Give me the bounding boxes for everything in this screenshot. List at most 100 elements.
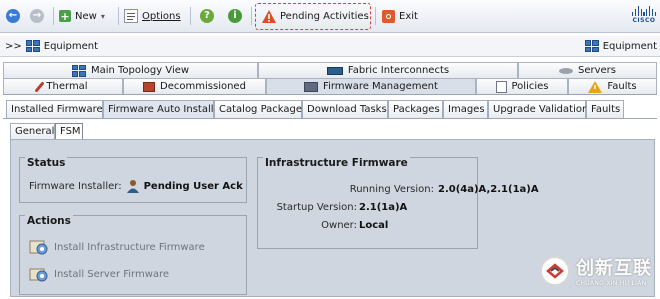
tab-label: Thermal (46, 81, 88, 92)
running-version-label: Running Version: (349, 184, 434, 195)
firmware-icon (304, 81, 319, 92)
subtab-label: Images (448, 104, 485, 115)
back-arrow-icon: ← (6, 9, 20, 23)
startup-version-label: Startup Version: (276, 202, 357, 213)
subtab-label: Upgrade Validation (493, 104, 589, 115)
tab-fabric-interconnects[interactable]: Fabric Interconnects (258, 62, 518, 78)
toolbar-divider (375, 7, 376, 25)
new-button-label: New (75, 10, 97, 22)
tab-label: Firmware Management (323, 81, 438, 92)
user-icon (126, 180, 139, 193)
server-icon (558, 67, 573, 74)
watermark-text: 创新互联 CHUANG XIN HU LIAN (576, 254, 652, 287)
breadcrumb: >> Equipment Equipment (0, 36, 660, 57)
tab-divider (3, 94, 657, 95)
chevron-down-icon: ▾ (100, 11, 105, 21)
tab-policies[interactable]: Policies (476, 78, 568, 94)
subtab-catalog-package[interactable]: Catalog Package (214, 100, 302, 118)
exit-button[interactable]: Exit (382, 7, 418, 25)
breadcrumb-item-equipment[interactable]: Equipment (44, 41, 98, 52)
tab-faults[interactable]: Faults (568, 78, 657, 94)
back-button[interactable]: ← (6, 7, 20, 25)
cisco-logo: CISCO (632, 5, 656, 27)
fabric-interconnect-icon (326, 66, 343, 75)
watermark-main-text: 创新互联 (576, 258, 652, 279)
toolbar-divider (251, 7, 252, 25)
tab-general[interactable]: General (10, 123, 55, 139)
toolbar-divider (190, 7, 191, 25)
watermark-sub-text: CHUANG XIN HU LIAN (576, 280, 647, 287)
owner-value-row: Local (359, 220, 388, 231)
decommissioned-icon (143, 81, 156, 92)
info-icon: i (228, 9, 242, 23)
startup-version-value: 2.1(1a)A (359, 202, 408, 213)
subtab-label: Catalog Package (219, 104, 303, 115)
status-group: Status Firmware Installer: Pending User … (19, 157, 247, 203)
actions-group: Actions Install Infrastructure Firmware … (19, 215, 247, 295)
tab-label: Policies (511, 81, 549, 92)
startup-version-row: Startup Version: (277, 202, 357, 213)
subtab-label: Installed Firmware (11, 104, 103, 115)
toolbar-divider (118, 7, 119, 25)
options-button[interactable]: Options (124, 7, 181, 25)
exit-button-label: Exit (399, 10, 418, 22)
info-button[interactable]: i (228, 7, 242, 25)
forward-arrow-icon: → (30, 9, 44, 23)
tab-label: Decommissioned (160, 81, 246, 92)
subtab-upgrade-validation[interactable]: Upgrade Validation (488, 100, 589, 118)
equipment-icon (25, 40, 40, 52)
policies-icon (495, 80, 507, 93)
status-title: Status (25, 157, 68, 169)
owner-label: Owner: (321, 220, 357, 231)
subtab-label: Packages (393, 104, 440, 115)
subtab-images[interactable]: Images (443, 100, 488, 118)
equipment-icon (584, 40, 599, 52)
tab-decommissioned[interactable]: Decommissioned (123, 78, 266, 94)
infrastructure-firmware-title: Infrastructure Firmware (263, 157, 410, 169)
new-button[interactable]: + New ▾ (59, 7, 105, 25)
toolbar-divider (53, 7, 54, 25)
install-server-firmware-label: Install Server Firmware (54, 268, 170, 280)
subtab-installed-firmware[interactable]: Installed Firmware (6, 100, 103, 118)
subtab-download-tasks[interactable]: Download Tasks (302, 100, 388, 118)
subtab-label: Firmware Auto Install (108, 104, 214, 115)
startup-version-value-row: 2.1(1a)A (359, 202, 407, 213)
install-infrastructure-firmware-label: Install Infrastructure Firmware (54, 241, 205, 253)
running-version-value: 2.0(4a)A,2.1(1a)A (438, 184, 539, 195)
watermark: 创新互联 CHUANG XIN HU LIAN (540, 254, 652, 287)
pending-activities-button[interactable]: Pending Activities (262, 7, 369, 25)
firmware-installer-row: Firmware Installer: Pending User Ack (29, 179, 243, 193)
actions-title: Actions (25, 215, 73, 227)
install-server-firmware-link[interactable]: Install Server Firmware (29, 265, 169, 283)
subtab-firmware-auto-install[interactable]: Firmware Auto Install (103, 100, 214, 118)
cisco-logo-text: CISCO (632, 17, 656, 24)
topology-icon (71, 64, 86, 77)
plus-icon: + (59, 9, 71, 23)
faults-icon (588, 80, 603, 93)
tab-thermal[interactable]: Thermal (3, 78, 123, 94)
pending-activities-label: Pending Activities (280, 10, 369, 22)
install-infrastructure-icon (29, 240, 48, 255)
tab-firmware-management[interactable]: Firmware Management (266, 78, 476, 94)
main-toolbar: ← → + New ▾ Options ? i Pending Activiti… (0, 0, 660, 33)
tab-fsm[interactable]: FSM (55, 123, 83, 139)
running-version-row: Running Version: 2.0(4a)A,2.1(1a)A (349, 184, 539, 195)
install-infrastructure-firmware-link[interactable]: Install Infrastructure Firmware (29, 238, 205, 256)
exit-icon (382, 9, 395, 23)
breadcrumb-prefix: >> (5, 40, 22, 52)
subtab-faults[interactable]: Faults (586, 100, 624, 118)
help-button[interactable]: ? (200, 7, 214, 25)
owner-value: Local (359, 220, 389, 231)
minitab-label: General (15, 126, 55, 137)
subtab-label: Faults (591, 104, 621, 115)
subtab-packages[interactable]: Packages (388, 100, 443, 118)
tab-main-topology-view[interactable]: Main Topology View (3, 62, 258, 78)
owner-row: Owner: (321, 220, 357, 231)
tab-label: Main Topology View (90, 65, 190, 76)
options-document-icon (124, 9, 138, 23)
tab-servers[interactable]: Servers (518, 62, 657, 78)
options-button-label: Options (142, 10, 181, 22)
watermark-logo-icon (540, 255, 570, 286)
help-icon: ? (200, 9, 214, 23)
forward-button[interactable]: → (30, 7, 44, 25)
